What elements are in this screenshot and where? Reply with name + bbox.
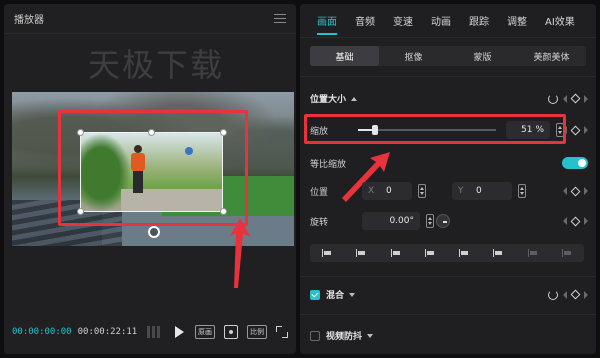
rotation-row: 旋转 0.00° <box>310 210 588 232</box>
player-panel: 播放器 天极下载 00:00:00:00 00:00:22:11 原画 比例 <box>4 4 296 354</box>
player-header: 播放器 <box>4 4 296 34</box>
align-center-vertical-icon[interactable] <box>459 248 469 258</box>
annotation-arrow-icon <box>230 218 250 288</box>
rotation-field[interactable]: 0.00° <box>362 212 420 230</box>
rotation-value: 0.00° <box>389 216 414 226</box>
uniform-scale-toggle[interactable] <box>562 157 588 169</box>
blend-reset-icon[interactable] <box>548 289 558 300</box>
timecode-current: 00:00:00:00 <box>12 327 72 337</box>
position-x-field[interactable]: X 0 <box>362 182 412 200</box>
y-value: 0 <box>476 186 482 196</box>
subtab-basic[interactable]: 基础 <box>310 46 379 66</box>
y-axis-label: Y <box>458 186 464 196</box>
inspector-panel: 画面 音频 变速 动画 跟踪 调整 AI效果 基础 抠像 蒙版 美颜美体 位置大… <box>300 4 596 354</box>
position-prev-keyframe-icon[interactable] <box>563 187 567 195</box>
focus-icon[interactable] <box>224 325 238 339</box>
tab-picture[interactable]: 画面 <box>308 4 346 38</box>
rotation-next-keyframe-icon[interactable] <box>584 217 588 225</box>
next-keyframe-icon[interactable] <box>584 94 588 103</box>
play-button[interactable] <box>175 326 185 338</box>
alignment-toolbar <box>310 244 584 262</box>
ratio-button[interactable]: 比例 <box>247 325 267 339</box>
blend-checkbox[interactable] <box>310 289 320 300</box>
position-x-stepper[interactable] <box>418 184 426 198</box>
rotation-label: 旋转 <box>310 217 329 228</box>
tab-ai-effects[interactable]: AI效果 <box>536 4 584 38</box>
subtab-cutout[interactable]: 抠像 <box>379 46 448 66</box>
rotation-prev-keyframe-icon[interactable] <box>563 217 567 225</box>
stabilize-caret-icon[interactable] <box>367 333 374 338</box>
blend-header[interactable]: 混合 <box>310 288 588 301</box>
position-label: 位置 <box>310 187 329 198</box>
blend-title: 混合 <box>326 291 345 301</box>
annotation-rectangle <box>58 110 248 226</box>
stabilize-title: 视频防抖 <box>326 332 363 342</box>
player-controls: 00:00:00:00 00:00:22:11 原画 比例 <box>4 310 296 354</box>
distribute-horizontal-icon[interactable] <box>527 248 538 258</box>
position-size-title: 位置大小 <box>310 95 347 105</box>
position-keyframe-diamond-icon[interactable] <box>570 186 581 196</box>
subtab-beauty[interactable]: 美颜美体 <box>517 46 586 66</box>
tab-animation[interactable]: 动画 <box>422 4 460 38</box>
blend-keyframe-diamond-icon[interactable] <box>570 289 581 300</box>
timecode-total: 00:00:22:11 <box>77 327 138 337</box>
tab-tracking[interactable]: 跟踪 <box>460 4 498 38</box>
stabilize-header[interactable]: 视频防抖 <box>310 329 588 342</box>
align-top-icon[interactable] <box>424 248 435 258</box>
fullscreen-icon[interactable] <box>276 326 288 338</box>
uniform-scale-label: 等比缩放 <box>310 159 347 170</box>
subtabs: 基础 抠像 蒙版 美颜美体 <box>310 46 586 66</box>
rotation-dial-icon[interactable] <box>436 214 450 228</box>
position-row: 位置 X 0 Y 0 <box>310 180 588 202</box>
uniform-scale-row: 等比缩放 <box>310 152 588 174</box>
blend-prev-keyframe-icon[interactable] <box>563 290 567 299</box>
distribute-vertical-icon[interactable] <box>561 248 572 258</box>
position-size-header[interactable]: 位置大小 <box>310 92 588 105</box>
original-quality-button[interactable]: 原画 <box>195 325 215 339</box>
position-y-field[interactable]: Y 0 <box>452 182 512 200</box>
annotation-rectangle-scale <box>304 114 566 144</box>
timeline-grid-icon[interactable] <box>147 326 162 338</box>
collapse-caret-icon[interactable] <box>351 96 358 101</box>
rotate-handle-icon[interactable] <box>148 226 160 238</box>
scale-keyframe-diamond-icon[interactable] <box>570 125 581 135</box>
align-left-icon[interactable] <box>322 248 332 258</box>
align-right-icon[interactable] <box>390 248 401 258</box>
rotation-keyframe-diamond-icon[interactable] <box>570 216 581 226</box>
player-title: 播放器 <box>14 15 44 26</box>
x-value: 0 <box>386 186 392 196</box>
inspector-tabs: 画面 音频 变速 动画 跟踪 调整 AI效果 <box>300 4 596 38</box>
blend-caret-icon[interactable] <box>349 292 356 297</box>
rotation-stepper[interactable] <box>426 214 434 228</box>
stabilize-checkbox[interactable] <box>310 330 320 341</box>
watermark-text: 天极下载 <box>88 46 225 84</box>
reset-icon[interactable] <box>548 93 558 104</box>
align-bottom-icon[interactable] <box>493 248 503 258</box>
align-center-horizontal-icon[interactable] <box>356 248 366 258</box>
menu-icon[interactable] <box>274 14 286 23</box>
subtab-mask[interactable]: 蒙版 <box>448 46 517 66</box>
prev-keyframe-icon[interactable] <box>563 94 567 103</box>
position-next-keyframe-icon[interactable] <box>584 187 588 195</box>
keyframe-diamond-icon[interactable] <box>570 93 581 104</box>
position-y-stepper[interactable] <box>518 184 526 198</box>
x-axis-label: X <box>368 186 375 196</box>
tab-audio[interactable]: 音频 <box>346 4 384 38</box>
tab-speed[interactable]: 变速 <box>384 4 422 38</box>
tab-adjust[interactable]: 调整 <box>498 4 536 38</box>
scale-next-keyframe-icon[interactable] <box>584 126 588 134</box>
blend-next-keyframe-icon[interactable] <box>584 290 588 299</box>
